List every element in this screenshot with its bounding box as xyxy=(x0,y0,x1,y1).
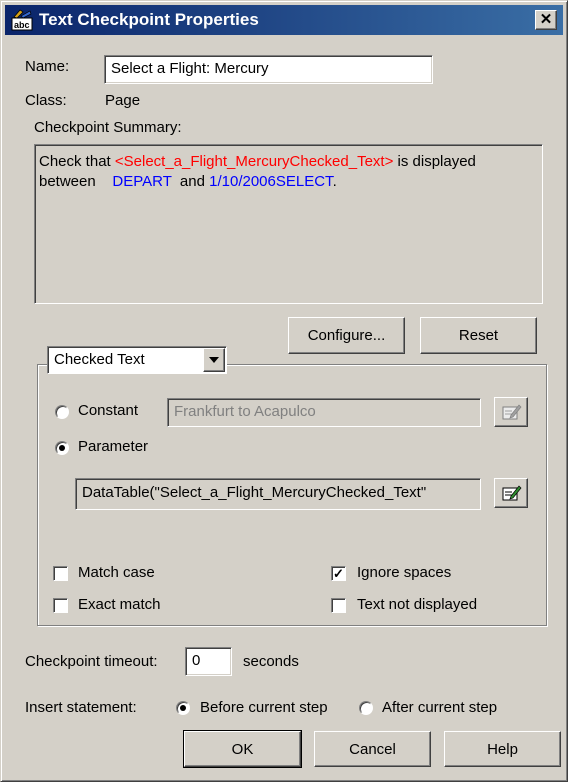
exact-match-label: Exact match xyxy=(78,596,161,613)
constant-radio[interactable] xyxy=(55,405,69,419)
checkpoint-timeout-field[interactable]: 0 xyxy=(185,647,232,676)
cancel-button[interactable]: Cancel xyxy=(314,731,431,767)
ignore-spaces-label: Ignore spaces xyxy=(357,564,452,581)
summary-text-2: is displayed xyxy=(393,153,476,170)
insert-after-label: After current step xyxy=(382,699,498,716)
checkpoint-summary-label: Checkpoint Summary: xyxy=(34,119,182,136)
class-value: Page xyxy=(105,92,141,109)
close-icon[interactable]: ✕ xyxy=(535,10,557,30)
text-checkpoint-icon: abc xyxy=(11,9,33,31)
insert-statement-label: Insert statement: xyxy=(25,699,137,716)
summary-text-before[interactable]: DEPART xyxy=(112,173,175,190)
summary-text-5: . xyxy=(332,173,337,190)
constant-edit-button[interactable] xyxy=(494,397,528,427)
summary-text-after[interactable]: 1/10/2006SELECT xyxy=(209,173,332,190)
summary-parameter[interactable]: <Select_a_Flight_MercuryChecked_Text> xyxy=(115,153,393,170)
reset-button[interactable]: Reset xyxy=(420,317,537,354)
insert-after-radio[interactable] xyxy=(359,701,373,715)
parameter-label: Parameter xyxy=(78,438,149,455)
class-label: Class: xyxy=(25,92,67,109)
checkpoint-timeout-label: Checkpoint timeout: xyxy=(25,653,158,670)
dialog-window: abc Text Checkpoint Properties ✕ Name: S… xyxy=(0,0,568,782)
summary-text-3: between xyxy=(39,173,100,190)
summary-text-4: and xyxy=(175,173,210,190)
window-title: Text Checkpoint Properties xyxy=(39,10,259,29)
checkpoint-summary-box: Check that <Select_a_Flight_MercuryCheck… xyxy=(34,144,543,304)
ignore-spaces-checkbox[interactable]: ✓ xyxy=(331,566,346,581)
configure-button[interactable]: Configure... xyxy=(288,317,405,354)
edit-value-icon xyxy=(502,485,522,501)
constant-label: Constant xyxy=(78,402,139,419)
exact-match-checkbox[interactable] xyxy=(53,598,68,613)
insert-before-radio[interactable] xyxy=(176,701,190,715)
parameter-radio[interactable] xyxy=(55,441,69,455)
match-case-checkbox[interactable] xyxy=(53,566,68,581)
text-type-select-value: Checked Text xyxy=(54,351,145,368)
insert-before-label: Before current step xyxy=(200,699,328,716)
summary-text-1: Check that xyxy=(39,153,115,170)
ok-button[interactable]: OK xyxy=(183,730,302,768)
parameter-edit-button[interactable] xyxy=(494,478,528,508)
text-type-select[interactable]: Checked Text xyxy=(47,346,227,374)
constant-value-field[interactable]: Frankfurt to Acapulco xyxy=(167,398,481,427)
help-button[interactable]: Help xyxy=(444,731,561,767)
edit-value-icon xyxy=(502,404,522,420)
parameter-value-field[interactable]: DataTable("Select_a_Flight_MercuryChecke… xyxy=(75,478,481,510)
title-bar: abc Text Checkpoint Properties ✕ xyxy=(5,5,563,35)
svg-text:abc: abc xyxy=(14,20,30,30)
name-field[interactable]: Select a Flight: Mercury xyxy=(104,55,433,84)
timeout-unit-label: seconds xyxy=(243,653,299,670)
name-label: Name: xyxy=(25,58,70,75)
dropdown-arrow-icon[interactable] xyxy=(203,348,225,372)
text-not-displayed-label: Text not displayed xyxy=(357,596,478,613)
match-case-label: Match case xyxy=(78,564,155,581)
text-not-displayed-checkbox[interactable] xyxy=(331,598,346,613)
